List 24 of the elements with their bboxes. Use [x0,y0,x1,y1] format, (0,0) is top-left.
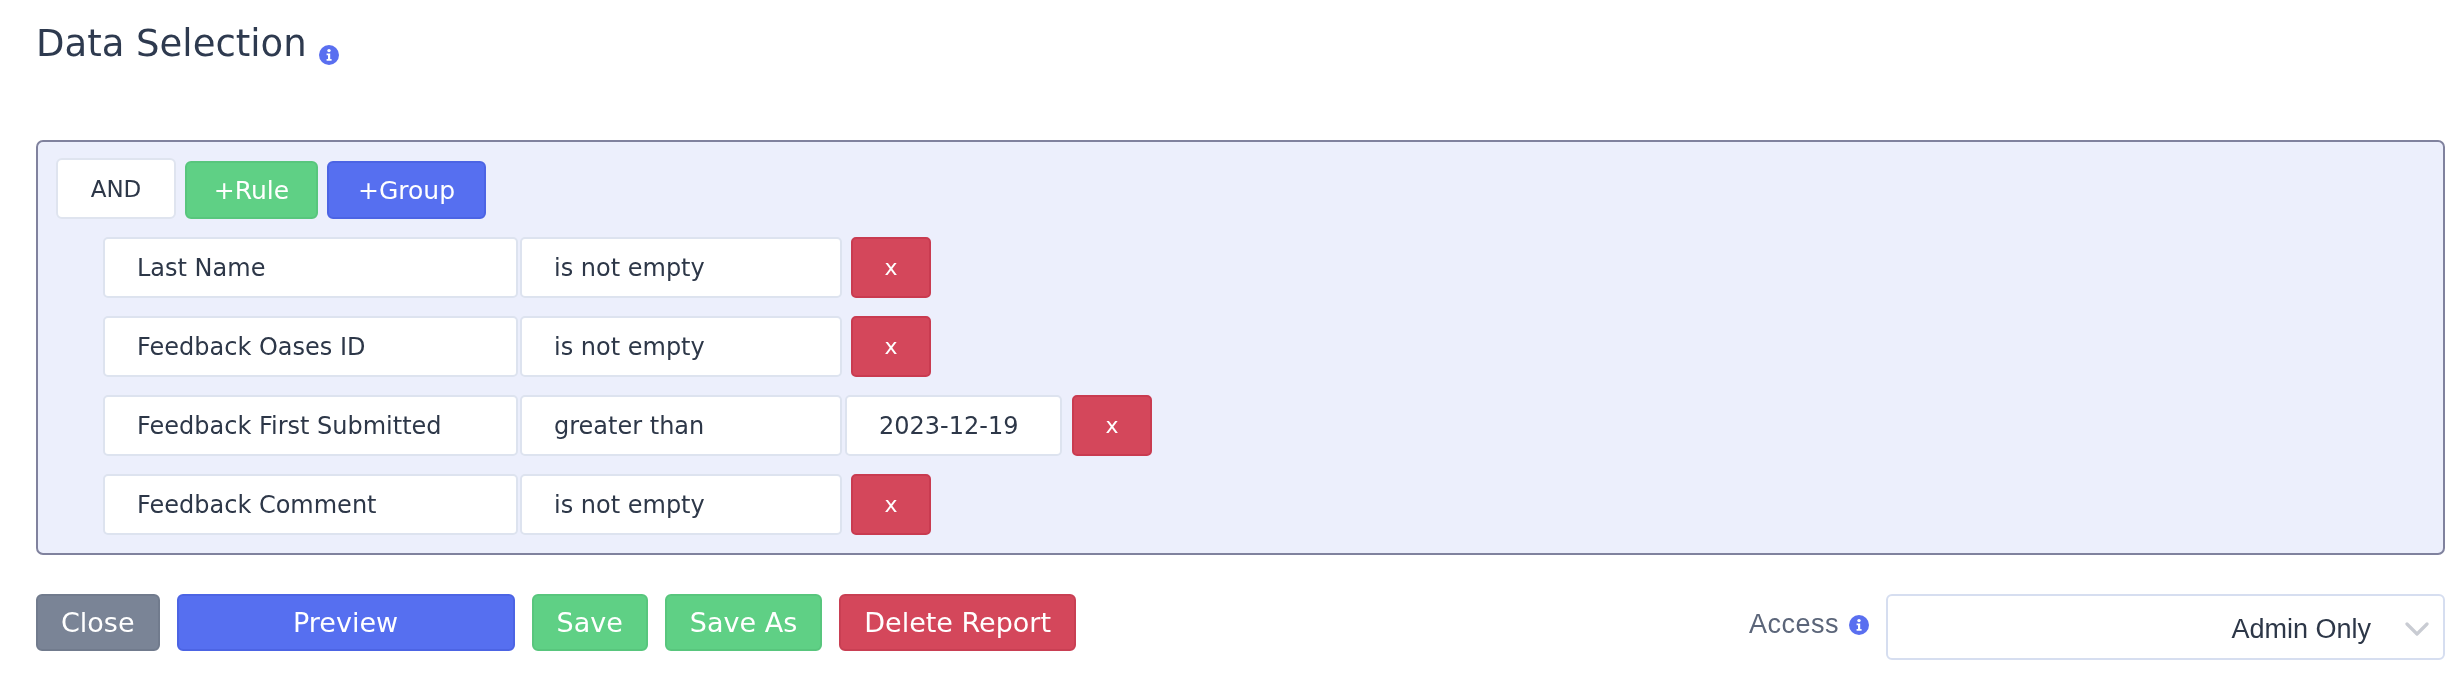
access-select[interactable]: Admin Only [1886,594,2445,660]
value-field[interactable]: 2023-12-19 [845,395,1062,456]
field-select[interactable]: Last Name [103,237,518,298]
remove-rule-button[interactable]: x [851,474,931,535]
operator-select[interactable]: is not empty [520,237,842,298]
section-title: Data Selection [36,21,307,67]
info-icon [318,45,339,65]
field-select[interactable]: Feedback Oases ID [103,316,518,377]
preview-button[interactable]: Preview [176,594,515,651]
remove-rule-button[interactable]: x [1072,395,1152,456]
close-button[interactable]: Close [36,594,160,651]
remove-rule-button[interactable]: x [851,316,931,377]
access-label: Access [1748,609,1839,640]
chevron-down-icon [2405,622,2429,636]
operator-select[interactable]: greater than [520,395,842,456]
add-group-button[interactable]: +Group [327,161,486,219]
info-icon [1849,614,1869,635]
field-select[interactable]: Feedback First Submitted [103,395,518,456]
remove-rule-button[interactable]: x [851,237,931,298]
operator-select[interactable]: is not empty [520,316,842,377]
operator-select[interactable]: is not empty [520,474,842,535]
conjunction-button[interactable]: AND [56,158,176,219]
field-select[interactable]: Feedback Comment [103,474,518,535]
delete-button[interactable]: Delete Report [839,594,1077,651]
